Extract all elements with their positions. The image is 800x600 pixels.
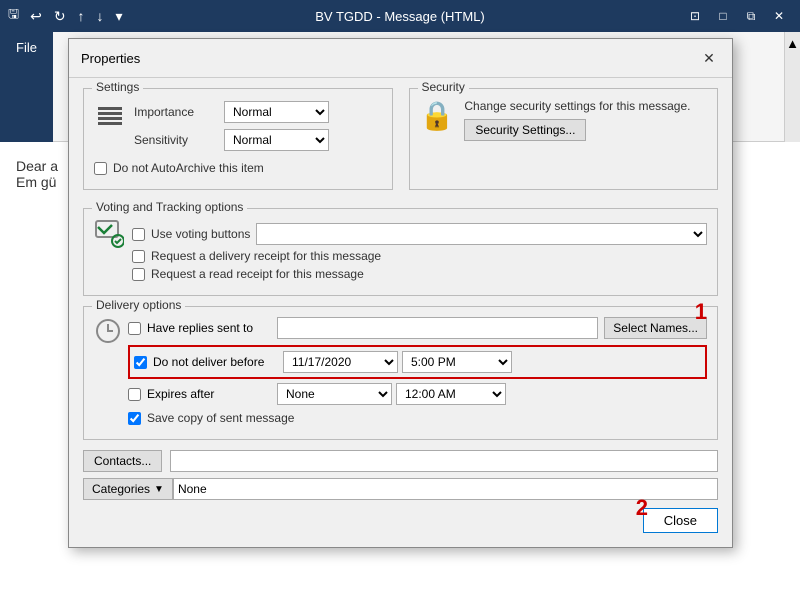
editor-content-line2: Em gü (16, 174, 56, 190)
voting-group: Voting and Tracking options Use voting b… (83, 208, 718, 296)
do-not-deliver-time-select[interactable]: 5:00 PM (402, 351, 512, 373)
do-not-deliver-row: Do not deliver before 11/17/2020 5:00 PM (134, 351, 701, 373)
settings-security-row: Settings Importance (83, 88, 718, 200)
settings-group-label: Settings (92, 80, 143, 94)
save-copy-row: Save copy of sent message (128, 411, 707, 425)
restore-button[interactable]: ⧉ (738, 5, 764, 27)
title-bar-controls: ⊡ □ ⧉ ✕ (682, 5, 792, 27)
sensitivity-select[interactable]: Normal Personal Private Confidential (224, 129, 329, 151)
contacts-input[interactable] (170, 450, 718, 472)
security-right: Change security settings for this messag… (464, 99, 690, 141)
app-icon: 🖫 (8, 5, 19, 27)
do-not-autoarchive-row: Do not AutoArchive this item (94, 161, 382, 175)
expires-after-date-select[interactable]: None (277, 383, 392, 405)
close-button-area: 2 Close (83, 508, 718, 537)
redo-button[interactable]: ↻ (49, 5, 71, 28)
dialog-close-icon-button[interactable]: ✕ (698, 47, 720, 69)
settings-icon (94, 101, 126, 133)
toolbar-icons: ↩ ↻ ↑ ↓ ▾ (25, 5, 128, 28)
delivery-receipt-row: Request a delivery receipt for this mess… (132, 249, 707, 263)
importance-select[interactable]: Normal Low High (224, 101, 329, 123)
dialog-body: Settings Importance (69, 78, 732, 547)
up-button[interactable]: ↑ (73, 5, 90, 27)
categories-button[interactable]: Categories ▼ (83, 478, 173, 500)
do-not-deliver-date-select[interactable]: 11/17/2020 (283, 351, 398, 373)
voting-content: Use voting buttons Request a delivery re… (94, 219, 707, 285)
properties-dialog: Properties ✕ Settings (68, 38, 733, 548)
do-not-autoarchive-label: Do not AutoArchive this item (113, 161, 264, 175)
security-text: Change security settings for this messag… (464, 99, 690, 113)
maximize-button[interactable]: □ (710, 5, 736, 27)
sensitivity-row: Sensitivity Normal Personal Private Conf… (134, 129, 329, 151)
title-bar: 🖫 ↩ ↻ ↑ ↓ ▾ BV TGDD - Message (HTML) ⊡ □… (0, 0, 800, 32)
editor-content-line1: Dear a (16, 158, 58, 174)
read-receipt-label: Request a read receipt for this message (151, 267, 364, 281)
scroll-up[interactable]: ▲ (784, 32, 800, 142)
expires-after-label: Expires after (147, 387, 277, 401)
title-bar-left: 🖫 ↩ ↻ ↑ ↓ ▾ (8, 5, 136, 28)
have-replies-row: Have replies sent to Select Names... (128, 317, 707, 339)
undo-button[interactable]: ↩ (25, 5, 47, 28)
expires-after-time-select[interactable]: 12:00 AM (396, 383, 506, 405)
security-group: Security 🔒 Change security settings for … (409, 88, 719, 190)
delivery-content: Have replies sent to Select Names... Do … (94, 317, 707, 429)
voting-buttons-select[interactable] (256, 223, 707, 245)
use-voting-row: Use voting buttons (132, 223, 707, 245)
security-group-label: Security (418, 80, 469, 94)
have-replies-input[interactable] (277, 317, 598, 339)
delivery-icon (94, 317, 122, 348)
categories-button-label: Categories (92, 482, 150, 496)
more-button[interactable]: ▾ (111, 5, 128, 28)
read-receipt-row: Request a read receipt for this message (132, 267, 707, 281)
categories-row: Categories ▼ (83, 478, 718, 500)
badge-1: 1 (695, 299, 707, 325)
have-replies-label: Have replies sent to (147, 321, 277, 335)
close-dialog-button[interactable]: Close (643, 508, 718, 533)
sensitivity-label: Sensitivity (134, 133, 224, 147)
dialog-title: Properties (81, 51, 140, 66)
window-close-button[interactable]: ✕ (766, 5, 792, 27)
save-copy-label: Save copy of sent message (147, 411, 294, 425)
minimize-button[interactable]: ⊡ (682, 5, 708, 27)
do-not-deliver-checkbox[interactable] (134, 356, 147, 369)
file-tab[interactable]: File (0, 32, 53, 142)
contacts-row: Contacts... (83, 450, 718, 472)
save-copy-checkbox[interactable] (128, 412, 141, 425)
do-not-autoarchive-checkbox[interactable] (94, 162, 107, 175)
expires-after-row: Expires after None 12:00 AM (128, 383, 707, 405)
select-names-button[interactable]: Select Names... (604, 317, 707, 339)
delivery-group-label: Delivery options (92, 298, 185, 312)
badge-2: 2 (636, 495, 648, 521)
use-voting-checkbox[interactable] (132, 228, 145, 241)
delivery-group: Delivery options 1 Have replies sent to (83, 306, 718, 440)
security-settings-button[interactable]: Security Settings... (464, 119, 586, 141)
security-content: 🔒 Change security settings for this mess… (420, 95, 708, 141)
importance-select-wrapper: Normal Low High (224, 101, 329, 123)
window-title: BV TGDD - Message (HTML) (315, 9, 485, 24)
voting-group-label: Voting and Tracking options (92, 200, 247, 214)
have-replies-checkbox[interactable] (128, 322, 141, 335)
voting-checkboxes: Use voting buttons Request a delivery re… (132, 219, 707, 285)
categories-dropdown-icon: ▼ (154, 484, 164, 495)
settings-fields: Importance Normal Low High Sensitivity (134, 101, 329, 157)
read-receipt-checkbox[interactable] (132, 268, 145, 281)
sensitivity-select-wrapper: Normal Personal Private Confidential (224, 129, 329, 151)
dialog-titlebar: Properties ✕ (69, 39, 732, 78)
use-voting-label: Use voting buttons (151, 227, 250, 241)
contacts-button[interactable]: Contacts... (83, 450, 162, 472)
importance-row: Importance Normal Low High (134, 101, 329, 123)
down-button[interactable]: ↓ (92, 5, 109, 27)
do-not-deliver-section: Do not deliver before 11/17/2020 5:00 PM (128, 345, 707, 379)
expires-after-checkbox[interactable] (128, 388, 141, 401)
voting-icon (94, 219, 124, 252)
delivery-receipt-checkbox[interactable] (132, 250, 145, 263)
delivery-fields: Have replies sent to Select Names... Do … (128, 317, 707, 429)
importance-label: Importance (134, 105, 224, 119)
do-not-deliver-label: Do not deliver before (153, 355, 283, 369)
delivery-receipt-label: Request a delivery receipt for this mess… (151, 249, 381, 263)
settings-group: Settings Importance (83, 88, 393, 190)
lock-icon: 🔒 (420, 99, 455, 132)
